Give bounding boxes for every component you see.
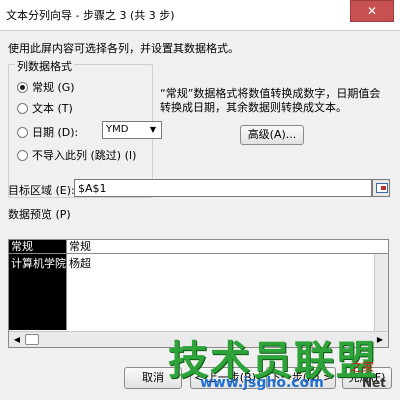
column-format-legend: 列数据格式 (15, 58, 74, 74)
window-title: 文本分列向导 - 步骤之 3 (共 3 步) (6, 9, 175, 22)
vertical-scrollbar[interactable] (374, 254, 388, 332)
radio-skip[interactable]: 不导入此列 (跳过) (I) (17, 147, 136, 163)
radio-skip-indicator[interactable] (17, 149, 28, 161)
close-button[interactable]: ✕ (350, 0, 394, 22)
radio-general-indicator[interactable] (17, 81, 28, 93)
instruction-text: 使用此屏内容可选择各列，并设置其数据格式。 (8, 42, 239, 55)
preview-column-1[interactable]: 常规 计算机学院 (9, 240, 67, 330)
close-icon: ✕ (366, 4, 378, 18)
advanced-button[interactable]: 高级(A)... (240, 125, 304, 145)
radio-date-label: 日期 (D): (32, 126, 79, 139)
preview-column-1-header[interactable]: 常规 (9, 240, 66, 254)
date-format-select[interactable]: YMD ▼ (102, 121, 162, 139)
date-format-value: YMD (106, 124, 129, 135)
target-range-value: $A$1 (78, 182, 107, 195)
format-description: “常规”数据格式将数值转换成数字，日期值会转换成日期，其余数据则转换成文本。 (160, 87, 381, 114)
radio-text-indicator[interactable] (17, 102, 28, 114)
radio-skip-label: 不导入此列 (跳过) (I) (32, 149, 137, 162)
watermark-tag: 之家 (350, 360, 375, 374)
preview-cell: 计算机学院 (11, 257, 66, 270)
chevron-down-icon[interactable]: ▼ (147, 124, 159, 136)
title-bar: 文本分列向导 - 步骤之 3 (共 3 步) ✕ (0, 0, 400, 31)
preview-cell: 杨超 (69, 257, 91, 270)
scroll-thumb[interactable] (25, 334, 39, 345)
data-preview-label: 数据预览 (P) (8, 208, 71, 221)
radio-general[interactable]: 常规 (G) (17, 79, 75, 95)
radio-text[interactable]: 文本 (T) (17, 100, 73, 116)
radio-date[interactable]: 日期 (D): (17, 124, 78, 140)
watermark-url: www.jsgho.com (200, 375, 324, 391)
preview-column-2[interactable]: 常规 杨超 (67, 240, 388, 330)
watermark-net: Net (362, 376, 386, 390)
radio-text-label: 文本 (T) (32, 102, 73, 115)
target-range-input[interactable]: $A$1 (74, 179, 372, 197)
target-range-label: 目标区域 (E): (8, 184, 75, 197)
scroll-left-icon[interactable]: ◀ (11, 334, 23, 345)
radio-general-label: 常规 (G) (32, 81, 75, 94)
range-select-icon[interactable] (372, 179, 390, 197)
preview-column-2-header[interactable]: 常规 (67, 240, 388, 254)
radio-date-indicator[interactable] (17, 126, 28, 138)
